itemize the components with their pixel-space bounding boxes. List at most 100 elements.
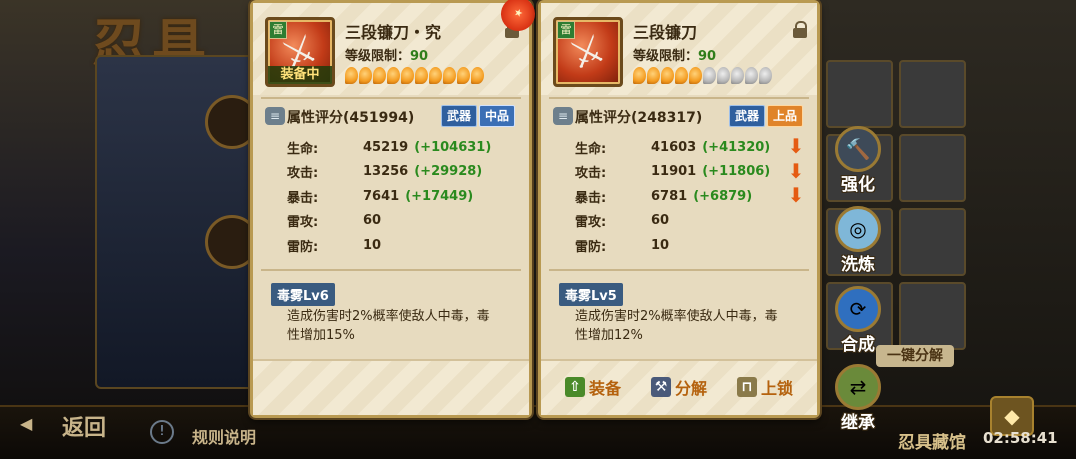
magatama-icon (717, 67, 730, 84)
refine-button[interactable]: ◎ 洗炼 (832, 206, 884, 275)
equip-label: 装备 (589, 379, 622, 398)
attribute-label: 生命: (575, 141, 607, 157)
card-footer (253, 359, 529, 415)
magatama-icon (401, 67, 414, 84)
decompose-button[interactable]: ⚒ 分解 (651, 375, 707, 399)
magatama-icon (415, 67, 428, 84)
card-footer: ⇧ 装备 ⚒ 分解 ⊓ 上锁 (541, 359, 817, 415)
magatama-icon (675, 67, 688, 84)
info-icon[interactable]: ! (150, 420, 174, 444)
attribute-table: 生命: 45219 (+104631) 攻击: 13256 (+29928) 暴击: 7641… (287, 135, 491, 258)
attribute-value: 11901 (651, 164, 697, 180)
magatama-rating (633, 67, 772, 84)
scroll-icon: ≡ (265, 107, 285, 125)
attribute-table: 生命: 41603 (+41320) 攻击: 11901 (+11806) 暴击: 6781 (… (575, 135, 770, 258)
lock-icon[interactable] (793, 21, 807, 38)
skill-description: 造成伤害时2%概率使敌人中毒，毒性增加12% (575, 309, 778, 343)
magatama-icon (443, 67, 456, 84)
attribute-label: 雷防: (287, 239, 319, 255)
skill-section: 毒雾Lv5 造成伤害时2%概率使敌人中毒，毒性增加12% (549, 269, 809, 361)
magatama-icon (429, 67, 442, 84)
level-limit-value: 90 (698, 49, 717, 64)
down-arrow-icon: ⬇ (787, 183, 805, 207)
inventory-slot[interactable] (899, 134, 966, 202)
attribute-row: 雷攻: 60 (575, 209, 770, 234)
attribute-value: 60 (363, 213, 382, 229)
magatama-icon (689, 67, 702, 84)
skill-description: 造成伤害时2%概率使敌人中毒，毒性增加15% (287, 309, 490, 343)
attribute-label: 暴击: (287, 190, 319, 206)
attribute-row: 生命: 45219 (+104631) (287, 135, 491, 160)
attribute-value: 41603 (651, 139, 697, 155)
equipment-name: 三段镰刀・究 (345, 23, 442, 42)
merge-button[interactable]: ⟳ 合成 (832, 286, 884, 355)
attribute-label: 雷攻: (575, 215, 607, 231)
attribute-value: 60 (651, 213, 670, 229)
card-header: 雷 ⚔ 装备中 三段镰刀・究 等级限制：90 ★ (253, 0, 540, 95)
inventory-slot[interactable] (899, 60, 966, 128)
inherit-button[interactable]: ⇄ 继承 (832, 364, 884, 433)
attribute-row: 暴击: 7641 (+17449) (287, 184, 491, 209)
attribute-value: 13256 (363, 164, 409, 180)
attribute-row: 攻击: 11901 (+11806) (575, 160, 770, 185)
attribute-score: 属性评分(451994) (287, 110, 415, 126)
skill-name: 毒雾Lv6 (271, 283, 335, 306)
attribute-diff: (+41320) (702, 139, 771, 155)
level-limit-value: 90 (410, 49, 429, 64)
attribute-value: 10 (651, 237, 670, 253)
attribute-score: 属性评分(248317) (575, 110, 703, 126)
one-click-decompose-button[interactable]: 一键分解 (876, 345, 954, 367)
magatama-icon (471, 67, 484, 84)
lock-label: 上锁 (761, 379, 794, 398)
decrease-indicators: ⬇ ⬇ ⬇ (787, 135, 805, 209)
inherit-icon: ⇄ (835, 364, 881, 410)
level-limit: 等级限制：90 (633, 45, 716, 64)
inventory-slot[interactable] (899, 282, 966, 350)
inventory-slot[interactable] (826, 60, 893, 128)
enhance-button[interactable]: 🔨 强化 (832, 126, 884, 195)
back-arrow-icon[interactable]: ◀ (20, 414, 32, 433)
magatama-icon (457, 67, 470, 84)
attribute-row: 暴击: 6781 (+6879) (575, 184, 770, 209)
attribute-diff: (+17449) (405, 188, 474, 204)
magatama-icon (647, 67, 660, 84)
equipped-tag: 装备中 (268, 66, 332, 84)
level-limit-label: 等级限制： (345, 49, 411, 64)
magatama-icon (745, 67, 758, 84)
equip-button[interactable]: ⇧ 装备 (565, 375, 621, 399)
attribute-value: 6781 (651, 188, 688, 204)
decompose-label: 分解 (675, 379, 708, 398)
attribute-label: 雷攻: (287, 215, 319, 231)
rules-button[interactable]: 规则说明 (192, 424, 256, 448)
attribute-row: 攻击: 13256 (+29928) (287, 160, 491, 185)
card-header: 雷 ⚔ 三段镰刀 等级限制：90 (541, 3, 817, 95)
down-arrow-icon: ⬇ (787, 134, 805, 158)
inventory-slot[interactable] (899, 208, 966, 276)
attribute-label: 生命: (287, 141, 319, 157)
level-limit-label: 等级限制： (633, 49, 699, 64)
vault-label: 忍具藏馆 (898, 433, 966, 453)
back-button[interactable]: 返回 (62, 410, 106, 442)
attribute-label: 雷防: (575, 239, 607, 255)
attribute-value: 10 (363, 237, 382, 253)
attribute-row: 雷防: 10 (575, 233, 770, 258)
merge-icon: ⟳ (835, 286, 881, 332)
attribute-value: 7641 (363, 188, 400, 204)
merge-label: 合成 (841, 335, 875, 355)
score-row: ≡ 属性评分(248317) 武器 上品 (553, 105, 805, 129)
equip-icon: ⇧ (565, 377, 585, 397)
score-row: ≡ 属性评分(451994) 武器 中品 (265, 105, 517, 129)
attribute-diff: (+11806) (702, 164, 771, 180)
sickle-claw-icon: ⚔ (563, 25, 611, 79)
hammer-icon: 🔨 (835, 126, 881, 172)
scroll-icon: ≡ (553, 107, 573, 125)
equipment-portrait: 雷 ⚔ 装备中 (265, 17, 335, 87)
swirl-icon: ◎ (835, 206, 881, 252)
clock: 02:58:41 (983, 429, 1058, 447)
magatama-icon (759, 67, 772, 84)
quality-tag: 中品 (479, 105, 516, 127)
magatama-icon (387, 67, 400, 84)
magatama-icon (345, 67, 358, 84)
lock-button[interactable]: ⊓ 上锁 (737, 375, 793, 399)
attribute-row: 生命: 41603 (+41320) (575, 135, 770, 160)
